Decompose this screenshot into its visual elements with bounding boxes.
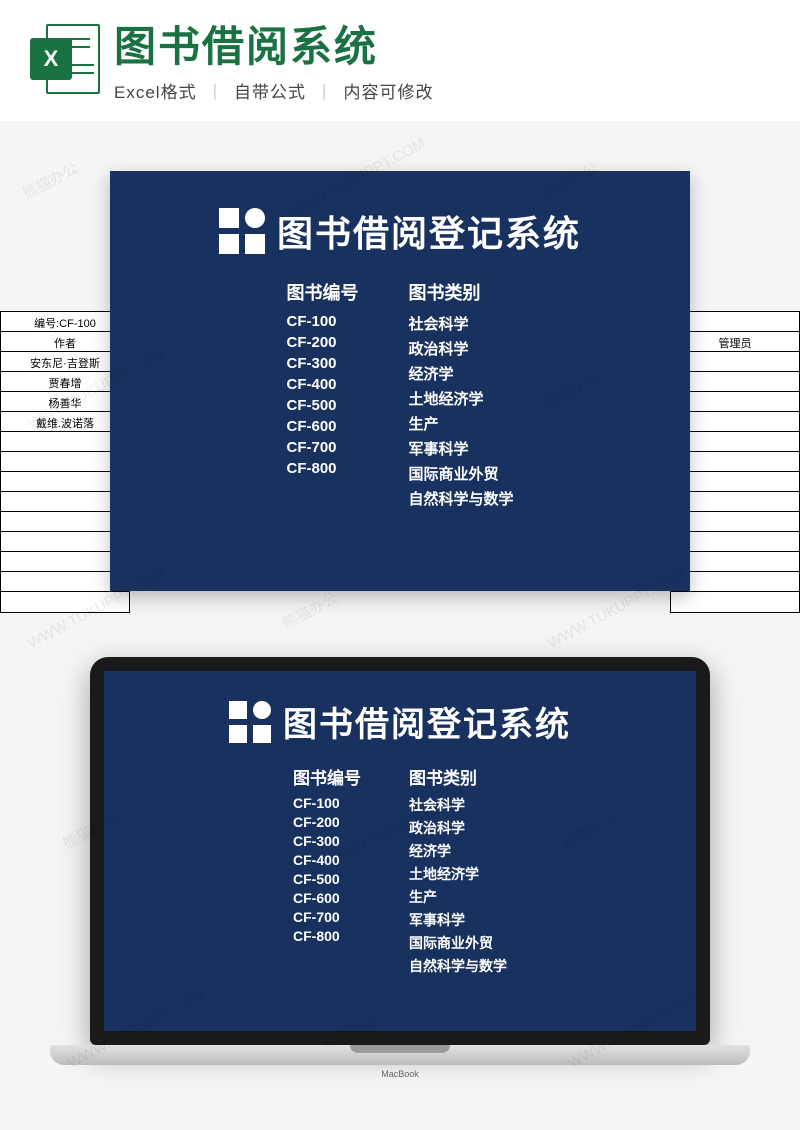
list-item: CF-100: [293, 793, 361, 812]
table-row: [671, 492, 799, 512]
table-row: [671, 572, 799, 592]
list-item: 生产: [409, 885, 507, 908]
list-item: CF-100: [286, 311, 358, 332]
preview-area: 编号:CF-100作者安东尼·吉登斯贾春增杨善华戴维.波诺落 管理员 图书借阅登…: [0, 121, 800, 651]
column-codes: 图书编号 CF-100CF-200CF-300CF-400CF-500CF-60…: [286, 279, 358, 511]
column-codes: 图书编号 CF-100CF-200CF-300CF-400CF-500CF-60…: [293, 764, 361, 977]
grid-logo-icon: [219, 208, 265, 254]
header-sub3: 内容可修改: [344, 83, 434, 102]
card-title: 图书借阅登记系统: [283, 697, 571, 746]
table-row: [671, 312, 799, 332]
list-item: 土地经济学: [409, 862, 507, 885]
list-item: 政治科学: [408, 336, 513, 361]
list-item: 军事科学: [408, 436, 513, 461]
header-subtitle: Excel格式 丨 自带公式 丨 内容可修改: [114, 78, 770, 103]
separator: 丨: [316, 83, 334, 102]
template-card: 图书借阅登记系统 图书编号 CF-100CF-200CF-300CF-400CF…: [110, 171, 690, 591]
list-item: CF-600: [286, 416, 358, 437]
list-item: CF-800: [293, 926, 361, 945]
col1-header: 图书编号: [293, 764, 361, 789]
list-item: CF-200: [293, 812, 361, 831]
laptop-mockup-area: 图书借阅登记系统 图书编号 CF-100CF-200CF-300CF-400CF…: [0, 651, 800, 1111]
column-categories: 图书类别 社会科学政治科学经济学土地经济学生产军事科学国际商业外贸自然科学与数学: [408, 279, 513, 511]
header-sub2: 自带公式: [234, 83, 306, 102]
list-item: 自然科学与数学: [408, 486, 513, 511]
laptop-base: MacBook: [50, 1045, 750, 1065]
header-sub1: Excel格式: [114, 83, 197, 102]
table-row: [671, 452, 799, 472]
list-item: CF-400: [286, 374, 358, 395]
table-row: [671, 472, 799, 492]
laptop-frame: 图书借阅登记系统 图书编号 CF-100CF-200CF-300CF-400CF…: [90, 657, 710, 1045]
template-header: X 图书借阅系统 Excel格式 丨 自带公式 丨 内容可修改: [0, 0, 800, 121]
excel-badge-letter: X: [30, 38, 72, 80]
col2-header: 图书类别: [408, 279, 513, 305]
column-categories: 图书类别 社会科学政治科学经济学土地经济学生产军事科学国际商业外贸自然科学与数学: [409, 764, 507, 977]
header-title: 图书借阅系统: [114, 24, 770, 70]
list-item: CF-500: [293, 869, 361, 888]
list-item: 生产: [408, 411, 513, 436]
list-item: 经济学: [408, 361, 513, 386]
card-title: 图书借阅登记系统: [277, 205, 581, 257]
card-title-row: 图书借阅登记系统: [110, 205, 690, 257]
list-item: CF-300: [293, 831, 361, 850]
laptop: 图书借阅登记系统 图书编号 CF-100CF-200CF-300CF-400CF…: [90, 657, 710, 1065]
table-row: [671, 532, 799, 552]
card-body: 图书编号 CF-100CF-200CF-300CF-400CF-500CF-60…: [110, 279, 690, 511]
table-row: [671, 432, 799, 452]
list-item: 社会科学: [409, 793, 507, 816]
list-item: CF-500: [286, 395, 358, 416]
list-item: 经济学: [409, 839, 507, 862]
list-item: CF-300: [286, 353, 358, 374]
table-row: [671, 512, 799, 532]
card-title-row: 图书借阅登记系统: [104, 697, 696, 746]
table-row: [671, 372, 799, 392]
list-item: CF-400: [293, 850, 361, 869]
list-item: CF-600: [293, 888, 361, 907]
list-item: 军事科学: [409, 908, 507, 931]
excel-icon: X: [30, 24, 100, 94]
table-row: [671, 412, 799, 432]
laptop-brand: MacBook: [381, 1069, 419, 1079]
grid-logo-icon: [229, 701, 271, 743]
list-item: CF-200: [286, 332, 358, 353]
laptop-screen: 图书借阅登记系统 图书编号 CF-100CF-200CF-300CF-400CF…: [104, 671, 696, 1031]
list-item: CF-700: [286, 437, 358, 458]
table-row: [1, 592, 129, 612]
list-item: 社会科学: [408, 311, 513, 336]
col2-header: 图书类别: [409, 764, 507, 789]
separator: 丨: [206, 83, 224, 102]
list-item: 土地经济学: [408, 386, 513, 411]
table-row: 管理员: [671, 332, 799, 352]
list-item: 国际商业外贸: [408, 461, 513, 486]
col1-header: 图书编号: [286, 279, 358, 305]
list-item: 政治科学: [409, 816, 507, 839]
card-body: 图书编号 CF-100CF-200CF-300CF-400CF-500CF-60…: [104, 764, 696, 977]
list-item: 自然科学与数学: [409, 954, 507, 977]
table-row: [671, 592, 799, 612]
list-item: CF-700: [293, 907, 361, 926]
list-item: CF-800: [286, 458, 358, 479]
table-row: [671, 352, 799, 372]
table-row: [671, 552, 799, 572]
table-row: [671, 392, 799, 412]
list-item: 国际商业外贸: [409, 931, 507, 954]
header-text: 图书借阅系统 Excel格式 丨 自带公式 丨 内容可修改: [114, 24, 770, 103]
